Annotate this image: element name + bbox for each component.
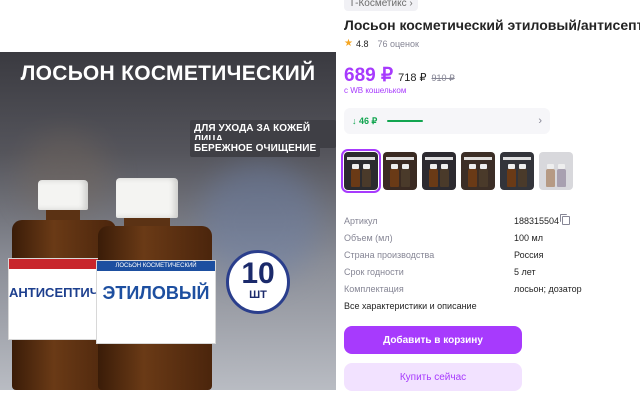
spec-row-volume: Объем (мл) 100 мл: [344, 229, 584, 246]
reviews-count[interactable]: 76 оценок: [377, 39, 419, 49]
article-number: 188315504: [514, 215, 560, 226]
price-wb: 718 ₽: [398, 72, 427, 84]
bottle-ethyl-label: ЭТИЛОВЫЙ: [102, 283, 210, 303]
buy-now-button[interactable]: Купить сейчас: [344, 363, 522, 391]
chevron-right-icon: ›: [538, 115, 542, 127]
spec-row-contents: Комплектация лосьон; дозатор: [344, 280, 584, 297]
cashback-progress: [387, 120, 424, 122]
spec-key: Страна производства: [344, 249, 435, 260]
spec-key: Артикул: [344, 215, 378, 226]
quantity-badge: 10 ШТ: [226, 250, 290, 314]
brand-name: Т-Косметикс: [349, 0, 407, 9]
spec-row-shelf-life: Срок годности 5 лет: [344, 263, 584, 280]
thumbnail-2[interactable]: [383, 152, 417, 190]
thumbnail-strip: [341, 149, 573, 193]
chevron-right-icon: ›: [409, 0, 413, 9]
all-specs-link[interactable]: Все характеристики и описание: [344, 301, 477, 311]
spec-value: лосьон; дозатор: [514, 283, 582, 294]
badge-unit: ШТ: [249, 289, 267, 301]
spec-value: 188315504: [514, 214, 571, 226]
thumbnail-4[interactable]: [461, 152, 495, 190]
spec-row-country: Страна производства Россия: [344, 246, 584, 263]
copy-icon[interactable]: [560, 214, 571, 225]
spec-key: Комплектация: [344, 283, 404, 294]
spec-value: 100 мл: [514, 232, 543, 243]
specs-table: Артикул 188315504 Объем (мл) 100 мл Стра…: [344, 212, 584, 297]
cashback-amount: ↓ 46 ₽: [352, 115, 378, 126]
rating-value: 4.8: [355, 38, 369, 49]
spec-key: Срок годности: [344, 266, 404, 277]
thumbnail-6[interactable]: [539, 152, 573, 190]
product-photo[interactable]: ЛОСЬОН КОСМЕТИЧЕСКИЙ ДЛЯ УХОДА ЗА КОЖЕЙ …: [0, 52, 336, 390]
thumbnail-1[interactable]: [341, 149, 381, 193]
spec-value: Россия: [514, 249, 544, 260]
product-title: Лосьон косметический этиловый/антисептич…: [344, 17, 640, 33]
star-icon: ★: [344, 38, 353, 49]
bottle-ethyl-toplabel: ЛОСЬОН КОСМЕТИЧЕСКИЙ: [97, 261, 215, 271]
price-old: 910 ₽: [431, 73, 455, 83]
rating[interactable]: ★ 4.8 76 оценок: [344, 38, 419, 49]
bottle-ethyl: ЛОСЬОН КОСМЕТИЧЕСКИЙ ЭТИЛОВЫЙ: [96, 178, 216, 390]
spec-row-article: Артикул 188315504: [344, 212, 584, 229]
photo-headline: ЛОСЬОН КОСМЕТИЧЕСКИЙ: [20, 62, 316, 85]
price-current: 689 ₽: [344, 65, 394, 86]
thumbnail-3[interactable]: [422, 152, 456, 190]
spec-key: Объем (мл): [344, 232, 393, 243]
badge-number: 10: [241, 257, 275, 290]
brand-link[interactable]: Т-Косметикс ›: [344, 0, 418, 11]
add-to-cart-button[interactable]: Добавить в корзину: [344, 326, 522, 354]
thumbnail-5[interactable]: [500, 152, 534, 190]
price-row: 689 ₽ 718 ₽ 910 ₽: [344, 64, 455, 87]
wallet-note[interactable]: с WB кошельком: [344, 86, 406, 95]
cashback-block[interactable]: ↓ 46 ₽ ›: [344, 108, 550, 134]
spec-value: 5 лет: [514, 266, 536, 277]
photo-tag-cleansing: БЕРЕЖНОЕ ОЧИЩЕНИЕ: [190, 140, 321, 157]
